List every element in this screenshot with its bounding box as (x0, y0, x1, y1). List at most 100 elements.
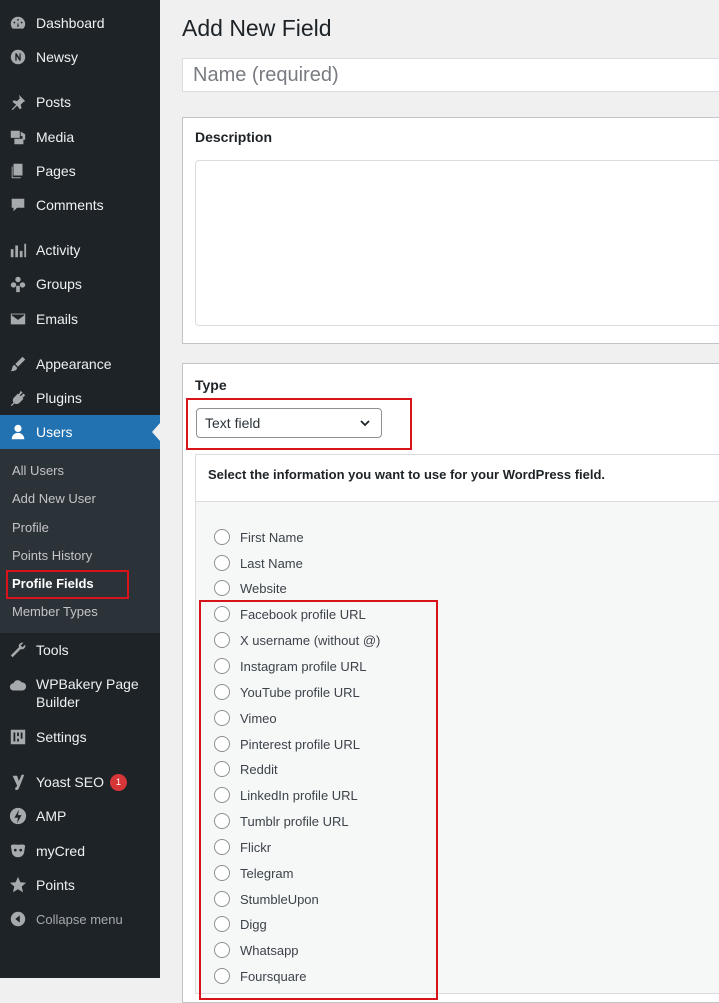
radio-button[interactable] (214, 813, 230, 829)
radio-button[interactable] (214, 968, 230, 984)
brush-icon (8, 354, 28, 374)
menu-item-appearance[interactable]: Appearance (0, 353, 160, 375)
option-flickr[interactable]: Flickr (214, 839, 271, 855)
field-type-select[interactable]: Text field (196, 408, 382, 438)
menu-item-newsy[interactable]: Newsy (0, 46, 160, 68)
option-label: Website (240, 580, 287, 596)
option-youtube[interactable]: YouTube profile URL (214, 684, 360, 700)
option-reddit[interactable]: Reddit (214, 761, 278, 777)
option-label: YouTube profile URL (240, 684, 360, 700)
menu-item-dashboard[interactable]: Dashboard (0, 12, 160, 34)
radio-button[interactable] (214, 710, 230, 726)
option-tumblr[interactable]: Tumblr profile URL (214, 813, 349, 829)
option-last-name[interactable]: Last Name (214, 555, 303, 571)
description-textarea[interactable] (195, 160, 719, 326)
current-menu-arrow (152, 423, 160, 441)
option-label: Reddit (240, 761, 278, 777)
type-box: Type Text field Select the information y… (182, 363, 719, 1003)
option-label: StumbleUpon (240, 891, 319, 907)
page-title: Add New Field (182, 15, 332, 41)
submenu-profile[interactable]: Profile (12, 520, 49, 535)
comment-icon (8, 195, 28, 215)
media-icon (8, 127, 28, 147)
radio-button[interactable] (214, 761, 230, 777)
radio-button[interactable] (214, 787, 230, 803)
collapse-menu-label: Collapse menu (36, 911, 123, 927)
menu-item-comments[interactable]: Comments (0, 194, 160, 216)
menu-label-groups: Groups (36, 276, 82, 292)
radio-button[interactable] (214, 658, 230, 674)
menu-item-mycred[interactable]: myCred (0, 840, 160, 862)
menu-label-tools: Tools (36, 642, 69, 658)
menu-label-newsy: Newsy (36, 49, 79, 65)
menu-label-appearance: Appearance (36, 356, 112, 372)
option-facebook[interactable]: Facebook profile URL (214, 606, 366, 622)
menu-item-amp[interactable]: AMP (0, 805, 160, 827)
option-foursquare[interactable]: Foursquare (214, 968, 306, 984)
menu-item-yoast[interactable]: Yoast SEO 1 (0, 771, 160, 793)
radio-button[interactable] (214, 529, 230, 545)
option-first-name[interactable]: First Name (214, 529, 304, 545)
radio-button[interactable] (214, 606, 230, 622)
main-content: Add New Field Description Type Text fiel… (160, 0, 719, 1003)
settings-icon (8, 727, 28, 747)
menu-item-settings[interactable]: Settings (0, 726, 160, 748)
radio-button[interactable] (214, 865, 230, 881)
option-label: Facebook profile URL (240, 606, 366, 622)
submenu-points-history[interactable]: Points History (12, 548, 92, 563)
wpbakery-icon (8, 676, 28, 696)
radio-button[interactable] (214, 839, 230, 855)
menu-item-pages[interactable]: Pages (0, 160, 160, 182)
radio-button[interactable] (214, 891, 230, 907)
menu-item-points[interactable]: Points (0, 874, 160, 896)
radio-button[interactable] (214, 736, 230, 752)
menu-label-plugins: Plugins (36, 390, 82, 406)
radio-button[interactable] (214, 942, 230, 958)
submenu-add-new-user[interactable]: Add New User (12, 491, 96, 506)
submenu-member-types[interactable]: Member Types (12, 604, 98, 619)
notification-badge: 1 (109, 773, 127, 791)
menu-item-activity[interactable]: Activity (0, 239, 160, 261)
yoast-icon (8, 772, 28, 792)
description-box: Description (182, 117, 719, 344)
menu-label-pages: Pages (36, 163, 76, 179)
menu-label-posts: Posts (36, 94, 72, 110)
menu-label-emails: Emails (36, 311, 79, 327)
option-label: Flickr (240, 839, 272, 855)
menu-item-emails[interactable]: Emails (0, 308, 160, 330)
option-label: Vimeo (240, 710, 277, 726)
option-pinterest[interactable]: Pinterest profile URL (214, 736, 360, 752)
menu-label-activity: Activity (36, 242, 81, 258)
radio-button[interactable] (214, 632, 230, 648)
menu-item-users[interactable]: Users (0, 415, 160, 449)
option-label: Foursquare (240, 968, 307, 984)
menu-item-wpbakery[interactable]: WPBakery Page Builder (0, 675, 160, 715)
option-digg[interactable]: Digg (214, 916, 267, 932)
collapse-menu-button[interactable]: Collapse menu (0, 908, 160, 930)
submenu-all-users[interactable]: All Users (12, 463, 64, 478)
option-vimeo[interactable]: Vimeo (214, 710, 277, 726)
menu-item-posts[interactable]: Posts (0, 91, 160, 113)
option-telegram[interactable]: Telegram (214, 865, 293, 881)
option-whatsapp[interactable]: Whatsapp (214, 942, 299, 958)
menu-item-tools[interactable]: Tools (0, 639, 160, 661)
menu-item-groups[interactable]: Groups (0, 273, 160, 295)
user-icon (8, 422, 28, 442)
option-linkedin[interactable]: LinkedIn profile URL (214, 787, 358, 803)
users-submenu: All Users Add New User Profile Points Hi… (0, 449, 160, 633)
radio-button[interactable] (214, 684, 230, 700)
field-name-input[interactable] (182, 58, 719, 92)
radio-button[interactable] (214, 555, 230, 571)
panel-header: Select the information you want to use f… (196, 455, 719, 502)
radio-button[interactable] (214, 580, 230, 596)
option-website[interactable]: Website (214, 580, 287, 596)
option-instagram[interactable]: Instagram profile URL (214, 658, 366, 674)
menu-item-plugins[interactable]: Plugins (0, 387, 160, 409)
menu-label-wpbakery-line2: Builder (36, 694, 80, 710)
option-stumbleupon[interactable]: StumbleUpon (214, 891, 319, 907)
submenu-profile-fields[interactable]: Profile Fields (12, 576, 94, 591)
menu-item-media[interactable]: Media (0, 126, 160, 148)
option-x-username[interactable]: X username (without @) (214, 632, 380, 648)
radio-button[interactable] (214, 916, 230, 932)
pages-icon (8, 161, 28, 181)
